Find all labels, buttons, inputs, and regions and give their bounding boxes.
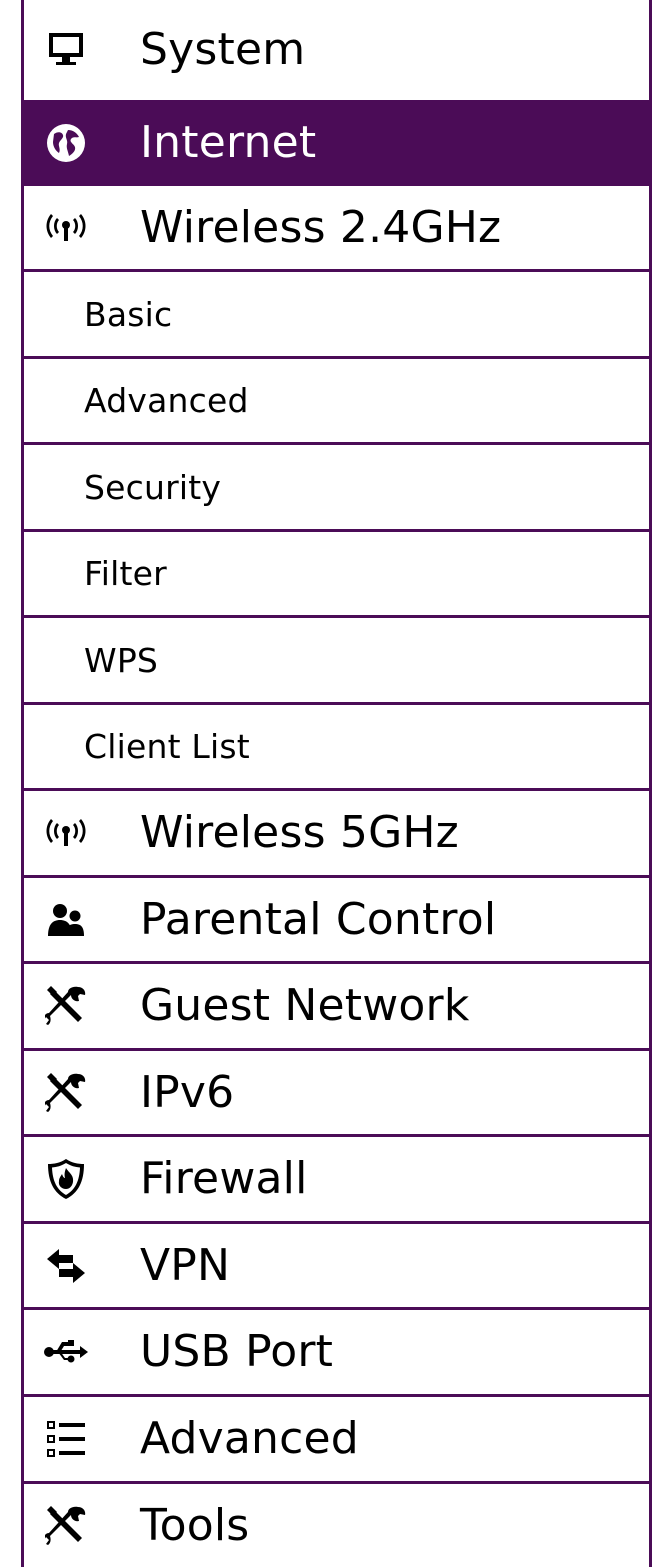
- sidebar-item-wireless-24ghz[interactable]: Wireless 2.4GHz: [24, 186, 649, 272]
- sidebar-item-label: Security: [84, 467, 222, 507]
- sidebar-item-label: IPv6: [140, 1066, 235, 1118]
- sidebar-item-label: Internet: [140, 117, 317, 168]
- monitor-icon: [42, 26, 90, 74]
- sidebar-subitem-wps[interactable]: WPS: [24, 618, 649, 705]
- users-icon: [42, 896, 90, 944]
- sidebar-item-usb-port[interactable]: USB Port: [24, 1310, 649, 1397]
- sidebar-item-tools[interactable]: Tools: [24, 1484, 649, 1567]
- wrench-screwdriver-icon: [42, 982, 90, 1030]
- sidebar-item-label: Client List: [84, 727, 250, 766]
- sidebar-item-label: Guest Network: [140, 980, 470, 1031]
- sidebar-item-label: Wireless 2.4GHz: [140, 201, 502, 253]
- sidebar-item-label: Wireless 5GHz: [140, 807, 459, 858]
- sidebar-item-label: Tools: [140, 1499, 250, 1551]
- sidebar-item-parental-control[interactable]: Parental Control: [24, 878, 649, 964]
- sidebar-menu: System Internet Wireless 2.4GHz Basic Ad…: [21, 0, 652, 1567]
- exchange-arrows-icon: [42, 1242, 90, 1290]
- sidebar-item-advanced[interactable]: Advanced: [24, 1397, 649, 1484]
- sidebar-item-vpn[interactable]: VPN: [24, 1224, 649, 1310]
- sidebar-item-label: System: [140, 24, 306, 75]
- sidebar-subitem-basic[interactable]: Basic: [24, 272, 649, 359]
- sidebar-item-label: Filter: [84, 554, 167, 593]
- wrench-screwdriver-icon: [42, 1069, 90, 1117]
- sidebar-subitem-client-list[interactable]: Client List: [24, 705, 649, 791]
- sidebar-item-ipv6[interactable]: IPv6: [24, 1051, 649, 1137]
- list-icon: [42, 1415, 90, 1463]
- sidebar-subitem-filter[interactable]: Filter: [24, 532, 649, 618]
- sidebar-item-label: Advanced: [140, 1413, 359, 1464]
- wireless-icon: [42, 204, 90, 252]
- sidebar-subitem-security[interactable]: Security: [24, 445, 649, 532]
- sidebar-item-label: WPS: [84, 640, 159, 680]
- sidebar-subitem-advanced[interactable]: Advanced: [24, 359, 649, 445]
- wireless-icon: [42, 809, 90, 857]
- sidebar-item-label: Advanced: [84, 381, 249, 420]
- sidebar-item-wireless-5ghz[interactable]: Wireless 5GHz: [24, 791, 649, 878]
- wrench-screwdriver-icon: [42, 1502, 90, 1550]
- usb-icon: [42, 1328, 90, 1376]
- globe-icon: [42, 119, 90, 167]
- sidebar-item-label: Parental Control: [140, 893, 497, 945]
- sidebar-item-label: VPN: [140, 1239, 231, 1291]
- shield-fire-icon: [42, 1155, 90, 1203]
- sidebar-item-guest-network[interactable]: Guest Network: [24, 964, 649, 1051]
- sidebar-item-label: USB Port: [140, 1326, 334, 1377]
- sidebar-item-firewall[interactable]: Firewall: [24, 1137, 649, 1224]
- sidebar-item-label: Firewall: [140, 1153, 308, 1204]
- sidebar-item-internet[interactable]: Internet: [24, 103, 649, 186]
- sidebar-item-label: Basic: [84, 294, 173, 334]
- sidebar-item-system[interactable]: System: [24, 0, 649, 103]
